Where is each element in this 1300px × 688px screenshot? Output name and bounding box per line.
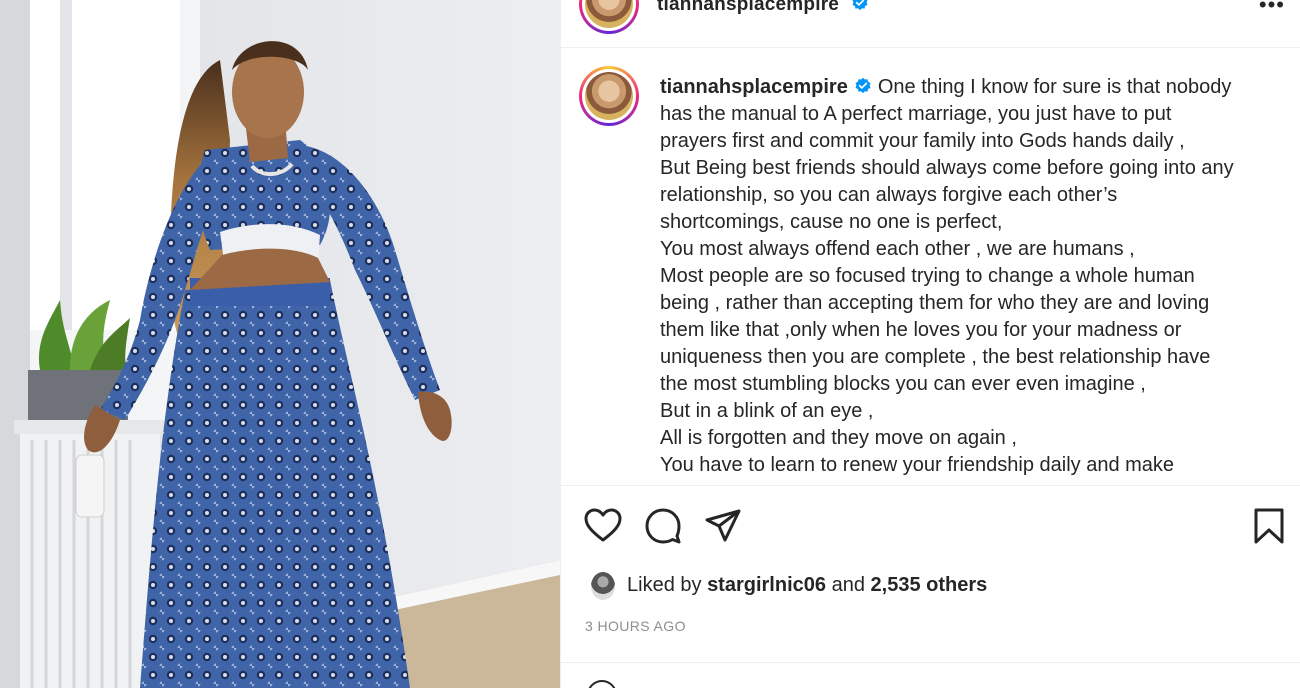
post-timestamp[interactable]: 3 HOURS AGO <box>585 618 686 634</box>
likes-joiner: and <box>831 574 865 596</box>
likes-text: Liked by stargirlnic06 and 2,535 others <box>627 574 987 597</box>
caption-username[interactable]: tiannahsplacempire <box>660 76 848 98</box>
caption-author-avatar[interactable] <box>579 66 639 126</box>
post-photo[interactable] <box>0 0 560 688</box>
divider <box>561 662 1300 663</box>
comment-button[interactable] <box>643 506 683 546</box>
username-text[interactable]: tiannahsplacempire <box>657 0 839 15</box>
caption-line: Most people are so focused trying to cha… <box>660 265 1195 287</box>
heart-icon <box>584 508 622 542</box>
caption-section: tiannahsplacempire One thing I know for s… <box>561 48 1300 486</box>
caption-line: prayers first and commit your family int… <box>660 130 1185 152</box>
caption-line: relationship, so you can always forgive … <box>660 184 1118 206</box>
post-caption: tiannahsplacempire One thing I know for s… <box>660 74 1280 479</box>
author-avatar[interactable] <box>579 0 639 34</box>
author-username-header[interactable]: tiannahsplacempire <box>657 0 869 16</box>
caption-line: has the manual to A perfect marriage, yo… <box>660 103 1172 125</box>
caption-line: shortcomings, cause no one is perfect, <box>660 211 1003 233</box>
caption-line: But in a blink of an eye , <box>660 400 874 422</box>
caption-text: One thing I know for sure is that nobody <box>877 76 1232 98</box>
caption-line: them like that ,only when he loves you f… <box>660 319 1182 341</box>
caption-line: You most always offend each other , we a… <box>660 238 1135 260</box>
emoji-icon[interactable] <box>587 680 617 688</box>
caption-line: But Being best friends should always com… <box>660 157 1234 179</box>
post-photo-illustration <box>0 0 560 688</box>
likes-others-count[interactable]: 2,535 others <box>871 574 988 596</box>
verified-badge-icon <box>852 0 868 11</box>
verified-badge-icon <box>855 77 871 94</box>
caption-line: All is forgotten and they move on again … <box>660 427 1017 449</box>
caption-line: You have to learn to renew your friendsh… <box>660 454 1175 476</box>
more-options-button[interactable]: ••• <box>1259 0 1285 18</box>
likes-prefix: Liked by <box>627 574 702 596</box>
caption-line: being , rather than accepting them for w… <box>660 292 1210 314</box>
liker-avatar[interactable] <box>591 572 615 600</box>
post-header: tiannahsplacempire ••• <box>561 0 1300 48</box>
like-button[interactable] <box>583 506 623 546</box>
save-button[interactable] <box>1249 506 1289 546</box>
caption-line-1: tiannahsplacempire One thing I know for s… <box>660 74 1280 101</box>
bookmark-icon <box>1254 508 1284 544</box>
caption-line: uniqueness then you are complete , the b… <box>660 346 1211 368</box>
send-icon <box>705 509 741 542</box>
caption-line: the most stumbling blocks you can ever e… <box>660 373 1146 395</box>
post-side-panel: tiannahsplacempire ••• tiannahsplacempir… <box>560 0 1300 688</box>
comment-icon <box>645 508 681 544</box>
post-actions-bar <box>561 496 1300 556</box>
liker-username[interactable]: stargirlnic06 <box>707 574 826 596</box>
instagram-post-view: tiannahsplacempire ••• tiannahsplacempir… <box>0 0 1300 688</box>
share-button[interactable] <box>703 506 743 546</box>
